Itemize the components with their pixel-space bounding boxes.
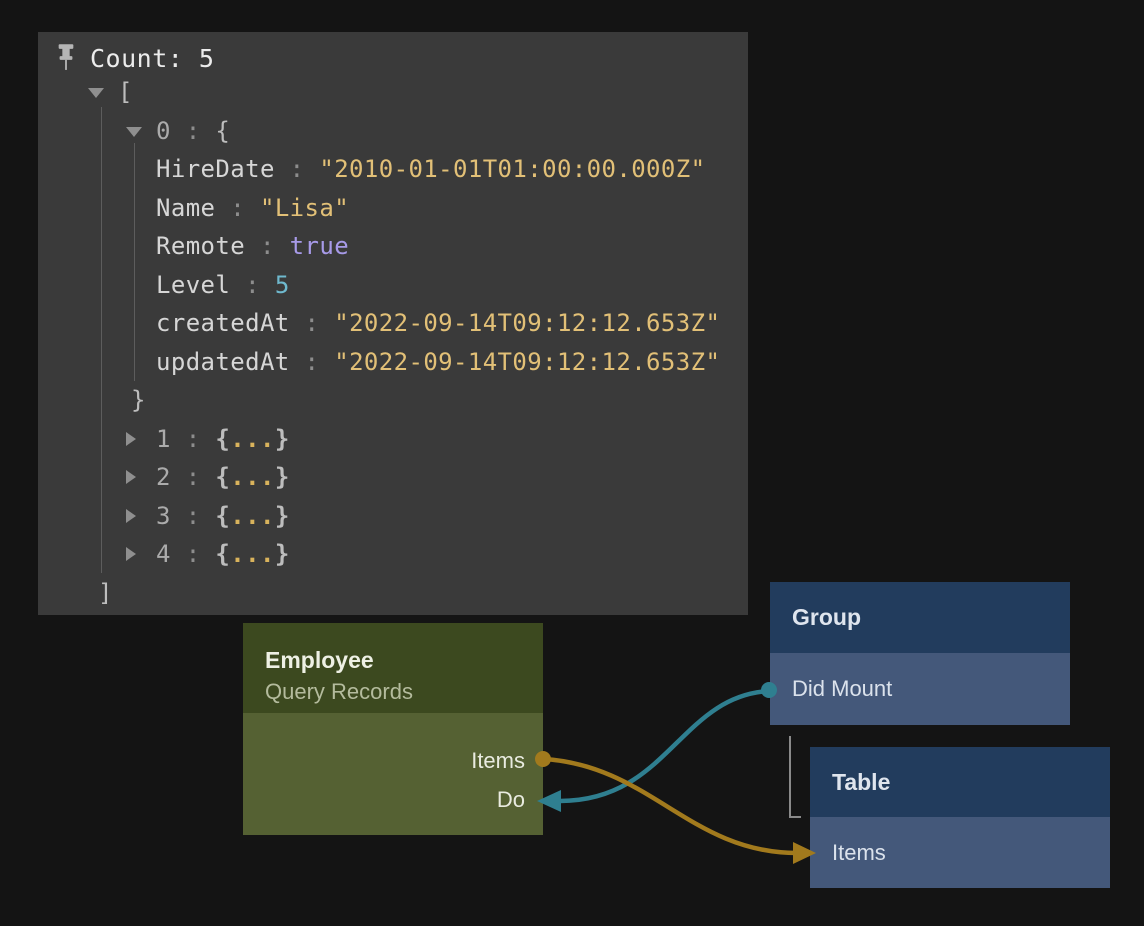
tree-segment-string: "2010-01-01T01:00:00.000Z"	[319, 155, 705, 183]
caret-down-icon[interactable]	[88, 88, 104, 98]
node-subtitle: Query Records	[265, 676, 543, 707]
tree-segment-index: 1	[156, 425, 171, 453]
tree-row: 0 : {	[38, 112, 748, 151]
group-table-hierarchy-line	[790, 736, 801, 817]
connection-didmount-to-do[interactable]	[560, 691, 769, 801]
tree-row: 4 : {...}	[38, 535, 748, 574]
tree-segment-punct: :	[290, 309, 335, 337]
caret-down-icon[interactable]	[126, 127, 142, 137]
tree-segment-key: Name	[156, 194, 215, 222]
port-employee-items-output[interactable]: Items	[243, 741, 525, 780]
tree-row: }	[38, 381, 748, 420]
tree-segment-boolean: true	[290, 232, 349, 260]
tree-row: createdAt : "2022-09-14T09:12:12.653Z"	[38, 304, 748, 343]
node-group-header[interactable]: Group	[770, 582, 1070, 653]
port-label: Items	[832, 840, 886, 865]
tree-segment-dots: ...	[230, 463, 275, 491]
tree-segment-dots: ...	[230, 425, 275, 453]
tree-segment-punct: :	[171, 540, 216, 568]
tree-segment-punct: :	[171, 502, 216, 530]
node-title: Group	[792, 604, 861, 631]
tree-row: ]	[38, 574, 748, 613]
tree-segment-brace: [	[118, 78, 133, 106]
tree-segment-string: "2022-09-14T09:12:12.653Z"	[334, 309, 720, 337]
tree-segment-brace: }	[275, 502, 290, 530]
tree-row: Remote : true	[38, 227, 748, 266]
tree-segment-brace: }	[275, 425, 290, 453]
node-title: Table	[832, 769, 890, 796]
tree-segment-punct: :	[245, 232, 290, 260]
json-tree: [0 : {HireDate : "2010-01-01T01:00:00.00…	[38, 73, 748, 612]
tree-segment-punct: :	[171, 425, 216, 453]
tree-row: HireDate : "2010-01-01T01:00:00.000Z"	[38, 150, 748, 189]
pin-icon[interactable]	[55, 44, 77, 72]
tree-segment-brace: {	[215, 117, 230, 145]
tree-segment-brace: {	[215, 502, 230, 530]
tree-row: Level : 5	[38, 266, 748, 305]
tree-row: updatedAt : "2022-09-14T09:12:12.653Z"	[38, 343, 748, 382]
port-group-didmount-output[interactable]: Did Mount	[792, 676, 892, 702]
node-group[interactable]: Group Did Mount	[770, 582, 1070, 725]
node-employee-body: Items Do	[243, 713, 543, 835]
tree-segment-index: 0	[156, 117, 171, 145]
tree-segment-key: HireDate	[156, 155, 275, 183]
node-table-body: Items	[810, 817, 1110, 888]
tree-segment-punct: :	[275, 155, 320, 183]
tree-segment-brace: ]	[98, 579, 113, 607]
port-employee-do-input[interactable]: Do	[243, 780, 525, 819]
tree-row: [	[38, 73, 748, 112]
tree-segment-key: updatedAt	[156, 348, 290, 376]
port-label: Did Mount	[792, 676, 892, 701]
tree-segment-brace: {	[215, 425, 230, 453]
caret-right-icon[interactable]	[126, 432, 136, 446]
tree-segment-key: Remote	[156, 232, 245, 260]
caret-right-icon[interactable]	[126, 509, 136, 523]
tree-segment-punct: :	[215, 194, 260, 222]
tree-row: Name : "Lisa"	[38, 189, 748, 228]
caret-right-icon[interactable]	[126, 547, 136, 561]
connection-items-to-items[interactable]	[543, 759, 797, 853]
tree-segment-index: 2	[156, 463, 171, 491]
port-label: Items	[471, 748, 525, 773]
tree-segment-punct: :	[171, 117, 216, 145]
node-group-body: Did Mount	[770, 653, 1070, 725]
debug-inspector-panel: Count: 5 [0 : {HireDate : "2010-01-01T01…	[38, 32, 748, 615]
tree-segment-index: 3	[156, 502, 171, 530]
tree-row: 2 : {...}	[38, 458, 748, 497]
tree-segment-punct: :	[230, 271, 275, 299]
tree-segment-punct: :	[171, 463, 216, 491]
tree-segment-brace: {	[215, 540, 230, 568]
inspector-title: Count: 5	[90, 44, 214, 73]
node-employee-header[interactable]: Employee Query Records	[243, 623, 543, 713]
tree-segment-dots: ...	[230, 540, 275, 568]
tree-row: 1 : {...}	[38, 420, 748, 459]
node-title: Employee	[265, 645, 543, 676]
tree-segment-index: 4	[156, 540, 171, 568]
node-employee[interactable]: Employee Query Records Items Do	[243, 623, 543, 835]
tree-segment-brace: {	[215, 463, 230, 491]
port-label: Do	[497, 787, 525, 812]
tree-segment-punct: :	[290, 348, 335, 376]
tree-segment-string: "2022-09-14T09:12:12.653Z"	[334, 348, 720, 376]
node-graph-canvas[interactable]: Count: 5 [0 : {HireDate : "2010-01-01T01…	[0, 0, 1144, 926]
tree-segment-key: createdAt	[156, 309, 290, 337]
tree-segment-number: 5	[275, 271, 290, 299]
tree-segment-key: Level	[156, 271, 230, 299]
tree-segment-brace: }	[275, 463, 290, 491]
port-table-items-input[interactable]: Items	[832, 840, 886, 866]
tree-row: 3 : {...}	[38, 497, 748, 536]
tree-segment-brace: }	[275, 540, 290, 568]
node-table-header[interactable]: Table	[810, 747, 1110, 817]
node-table[interactable]: Table Items	[810, 747, 1110, 888]
tree-segment-brace: }	[131, 386, 146, 414]
tree-segment-string: "Lisa"	[260, 194, 349, 222]
caret-right-icon[interactable]	[126, 470, 136, 484]
inspector-header: Count: 5	[55, 40, 214, 76]
tree-segment-dots: ...	[230, 502, 275, 530]
